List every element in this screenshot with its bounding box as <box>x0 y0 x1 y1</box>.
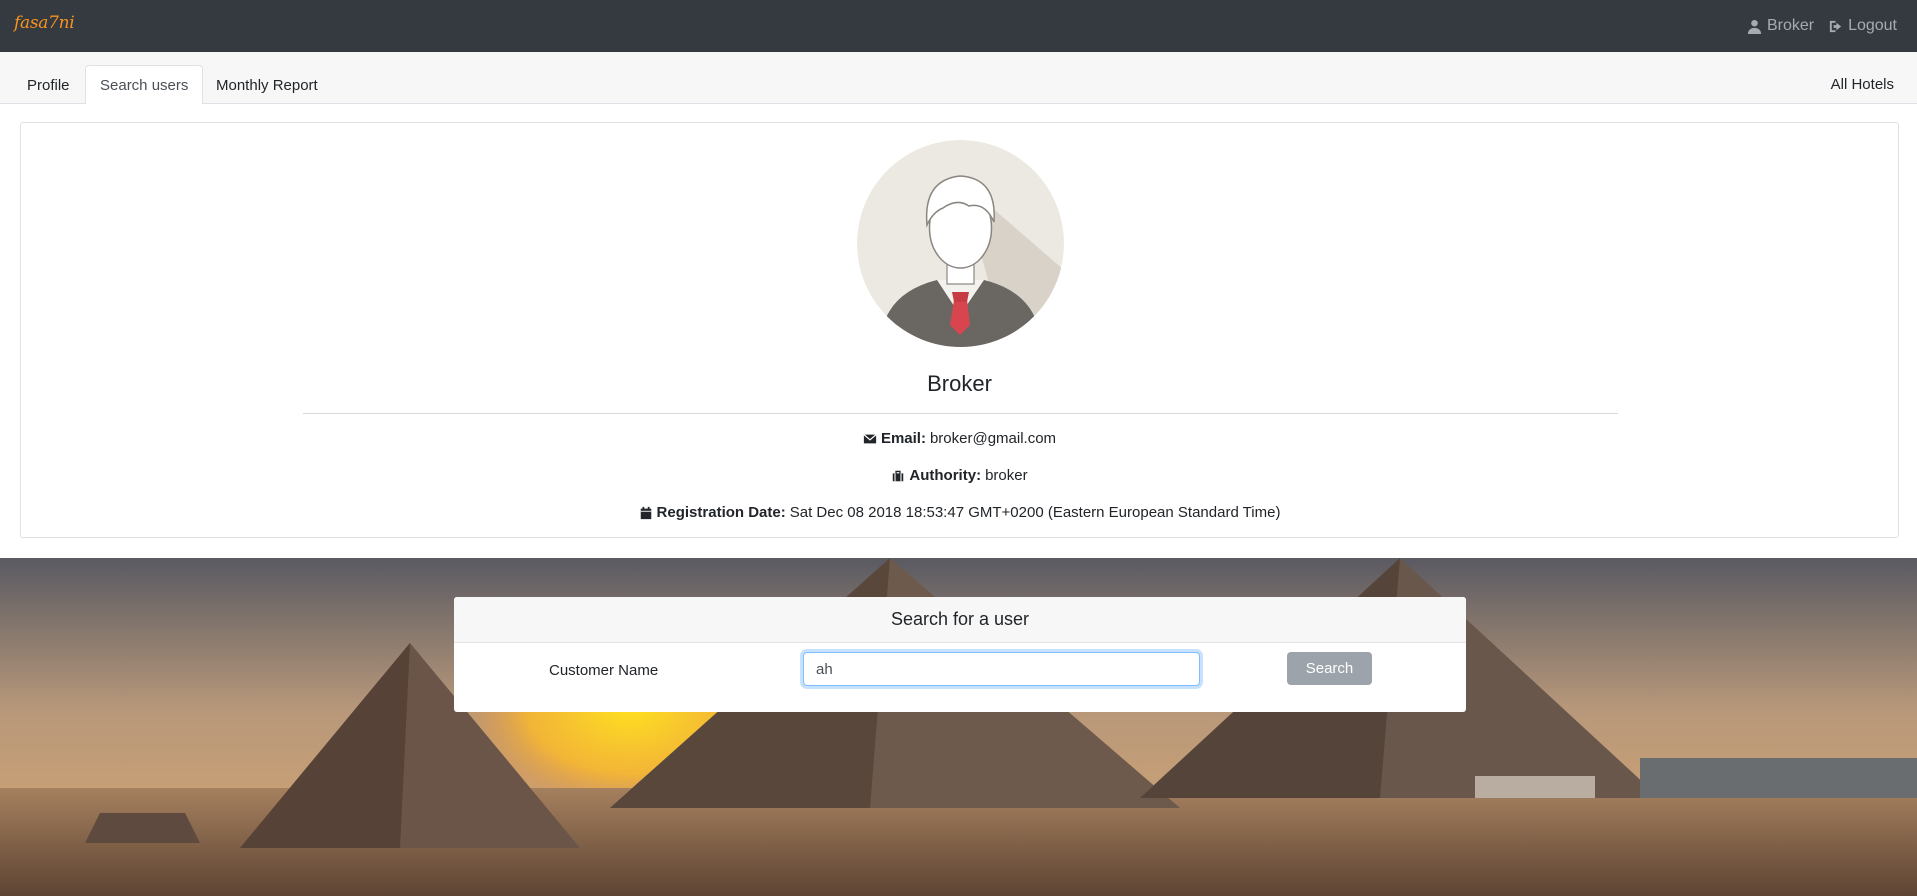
avatar <box>857 140 1064 347</box>
authority-row: Authority: broker <box>21 467 1898 484</box>
registration-value: Sat Dec 08 2018 18:53:47 GMT+0200 (Easte… <box>789 504 1281 521</box>
customer-name-label: Customer Name <box>549 662 659 679</box>
navbar-right: Broker Logout <box>1747 17 1897 35</box>
search-button[interactable]: Search <box>1287 652 1372 685</box>
authority-label: Authority: <box>909 467 982 484</box>
logout-link-label: Logout <box>1848 17 1897 34</box>
calendar-icon <box>640 506 651 519</box>
profile-section: Broker Email: broker@gmail.com Authority… <box>0 104 1917 558</box>
profile-name: Broker <box>927 371 992 396</box>
user-menu-link[interactable]: Broker <box>1747 17 1814 35</box>
all-hotels-link[interactable]: All Hotels <box>1831 76 1894 93</box>
logout-link[interactable]: Logout <box>1828 17 1897 35</box>
profile-card: Broker Email: broker@gmail.com Authority… <box>20 122 1899 538</box>
registration-row: Registration Date: Sat Dec 08 2018 18:53… <box>21 504 1898 521</box>
search-user-card: Search for a user Customer Name Search <box>454 597 1466 712</box>
tab-bar: Profile Search users Monthly Report All … <box>0 52 1917 105</box>
email-row: Email: broker@gmail.com <box>21 430 1898 447</box>
tab-monthly-report[interactable]: Monthly Report <box>201 65 333 104</box>
sign-out-icon <box>1829 20 1842 32</box>
avatar-illustration <box>857 140 1064 347</box>
search-card-title: Search for a user <box>454 597 1466 643</box>
email-value: broker@gmail.com <box>929 430 1057 447</box>
user-icon <box>1747 19 1761 34</box>
email-label: Email: <box>880 430 926 447</box>
customer-name-input[interactable] <box>803 652 1200 686</box>
user-link-label: Broker <box>1766 17 1815 34</box>
briefcase-icon <box>893 470 904 481</box>
envelope-icon <box>863 433 877 443</box>
profile-divider <box>303 413 1618 414</box>
registration-label: Registration Date: <box>656 504 786 521</box>
tab-profile[interactable]: Profile <box>12 65 85 104</box>
authority-value: broker <box>985 467 1028 484</box>
top-navbar: fasa7ni Broker Logout <box>0 0 1917 52</box>
brand-logo[interactable]: fasa7ni <box>14 13 75 33</box>
tab-search-users[interactable]: Search users <box>85 65 204 105</box>
